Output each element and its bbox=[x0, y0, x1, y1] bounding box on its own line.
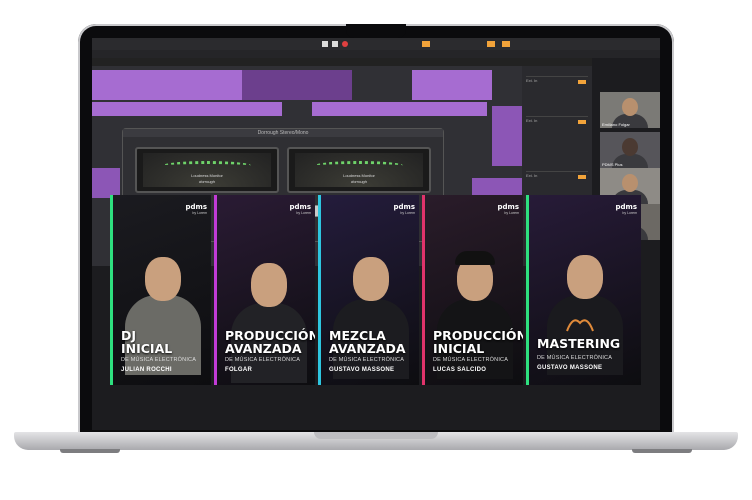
participant-face bbox=[622, 98, 638, 116]
record-icon[interactable] bbox=[342, 41, 348, 47]
draw-mode-toggle[interactable] bbox=[502, 41, 510, 47]
arm-button[interactable] bbox=[578, 175, 586, 179]
brand-logo: pdms bbox=[289, 203, 311, 211]
audio-clip[interactable] bbox=[92, 102, 282, 116]
loudness-meter-left: Loudness Monitor dorrough bbox=[135, 147, 279, 193]
laptop-foot bbox=[632, 449, 692, 453]
shirt-graphic-icon bbox=[565, 313, 595, 333]
course-title-line1: MASTERING bbox=[537, 336, 621, 351]
brand-sub: by Lorem bbox=[192, 211, 207, 215]
laptop-hinge bbox=[314, 432, 438, 439]
midi-clip[interactable] bbox=[412, 70, 492, 100]
cap-icon bbox=[455, 251, 495, 265]
loudness-meter-right: Loudness Monitor dorrough bbox=[287, 147, 431, 193]
course-card[interactable]: pdms by Lorem MEZCLA AVANZADA DE MÚSICA … bbox=[318, 195, 419, 385]
mixer-track-input: Ext. In bbox=[526, 173, 538, 178]
person-face bbox=[353, 257, 389, 301]
brand-logo: pdms bbox=[615, 203, 637, 211]
course-card[interactable]: pdms by Lorem PRODUCCIÓN INICIAL DE MÚSI… bbox=[422, 195, 523, 385]
course-subtitle: DE MÚSICA ELECTRÓNICA bbox=[121, 357, 197, 363]
course-author: FOLGAR bbox=[225, 367, 253, 373]
course-author: GUSTAVO MASSONE bbox=[329, 367, 395, 373]
course-subtitle: DE MÚSICA ELECTRÓNICA bbox=[225, 357, 301, 363]
brand-sub: by Lorem bbox=[504, 211, 519, 215]
stop-icon[interactable] bbox=[332, 41, 338, 47]
meter-label: Loudness Monitor bbox=[191, 173, 223, 178]
course-title-line2: INICIAL bbox=[121, 341, 173, 356]
course-card[interactable]: pdms by Lorem MASTERING DE MÚSICA ELECTR… bbox=[526, 195, 641, 385]
arm-button[interactable] bbox=[578, 80, 586, 84]
person-body bbox=[547, 295, 623, 375]
course-title-line2: AVANZADA bbox=[329, 341, 406, 356]
brand-sub: by Lorem bbox=[622, 211, 637, 215]
participant-face bbox=[622, 174, 638, 192]
brand-logo: pdms bbox=[393, 203, 415, 211]
midi-clip[interactable] bbox=[242, 70, 352, 100]
person-face bbox=[567, 255, 603, 299]
participant-name: PDMS Plus bbox=[602, 162, 623, 167]
course-author: LUCAS SALCIDO bbox=[433, 367, 487, 373]
course-author: JULIAN ROCCHI bbox=[121, 367, 172, 373]
mixer-track-input: Ext. In bbox=[526, 78, 538, 83]
course-author: GUSTAVO MASSONE bbox=[537, 365, 603, 371]
laptop-notch bbox=[346, 24, 406, 38]
course-title-line2: INICIAL bbox=[433, 341, 485, 356]
meter-scale bbox=[163, 161, 251, 170]
course-subtitle: DE MÚSICA ELECTRÓNICA bbox=[537, 355, 613, 361]
loop-toggle[interactable] bbox=[422, 41, 430, 47]
meter-face: Loudness Monitor dorrough bbox=[143, 153, 271, 187]
course-card[interactable]: pdms by Lorem DJ INICIAL DE MÚSICA ELECT… bbox=[110, 195, 211, 385]
participant-face bbox=[622, 138, 638, 156]
meter-brand: dorrough bbox=[350, 179, 367, 184]
course-card[interactable]: pdms by Lorem PRODUCCIÓN AVANZADA DE MÚS… bbox=[214, 195, 315, 385]
audio-clip[interactable] bbox=[492, 106, 522, 166]
arm-button[interactable] bbox=[578, 120, 586, 124]
person-face bbox=[145, 257, 181, 301]
participant-name: Emiliano Folgar bbox=[602, 122, 630, 127]
laptop-foot bbox=[60, 449, 120, 453]
mixer-track[interactable]: Ext. In bbox=[526, 76, 588, 97]
mixer-track[interactable]: Ext. In bbox=[526, 171, 588, 192]
meter-label: Loudness Monitor bbox=[343, 173, 375, 178]
brand-sub: by Lorem bbox=[400, 211, 415, 215]
automation-toggle[interactable] bbox=[487, 41, 495, 47]
brand-sub: by Lorem bbox=[296, 211, 311, 215]
play-icon[interactable] bbox=[322, 41, 328, 47]
person-face bbox=[251, 263, 287, 307]
plugin-title: Dorrough Stereo/Mono bbox=[123, 129, 443, 137]
course-title-line2: AVANZADA bbox=[225, 341, 302, 356]
audio-clip[interactable] bbox=[92, 168, 120, 198]
mixer-track[interactable]: Ext. In bbox=[526, 116, 588, 137]
mixer-track-input: Ext. In bbox=[526, 118, 538, 123]
meter-brand: dorrough bbox=[198, 179, 215, 184]
meter-scale bbox=[315, 161, 403, 170]
audio-clip[interactable] bbox=[312, 102, 487, 116]
meter-face: Loudness Monitor dorrough bbox=[295, 153, 423, 187]
daw-overview bbox=[92, 50, 660, 58]
course-subtitle: DE MÚSICA ELECTRÓNICA bbox=[329, 357, 405, 363]
brand-logo: pdms bbox=[497, 203, 519, 211]
participant-tile[interactable]: Emiliano Folgar bbox=[600, 92, 660, 128]
person-body bbox=[125, 295, 201, 375]
course-subtitle: DE MÚSICA ELECTRÓNICA bbox=[433, 357, 509, 363]
brand-logo: pdms bbox=[185, 203, 207, 211]
participant-tile[interactable]: PDMS Plus bbox=[600, 132, 660, 168]
